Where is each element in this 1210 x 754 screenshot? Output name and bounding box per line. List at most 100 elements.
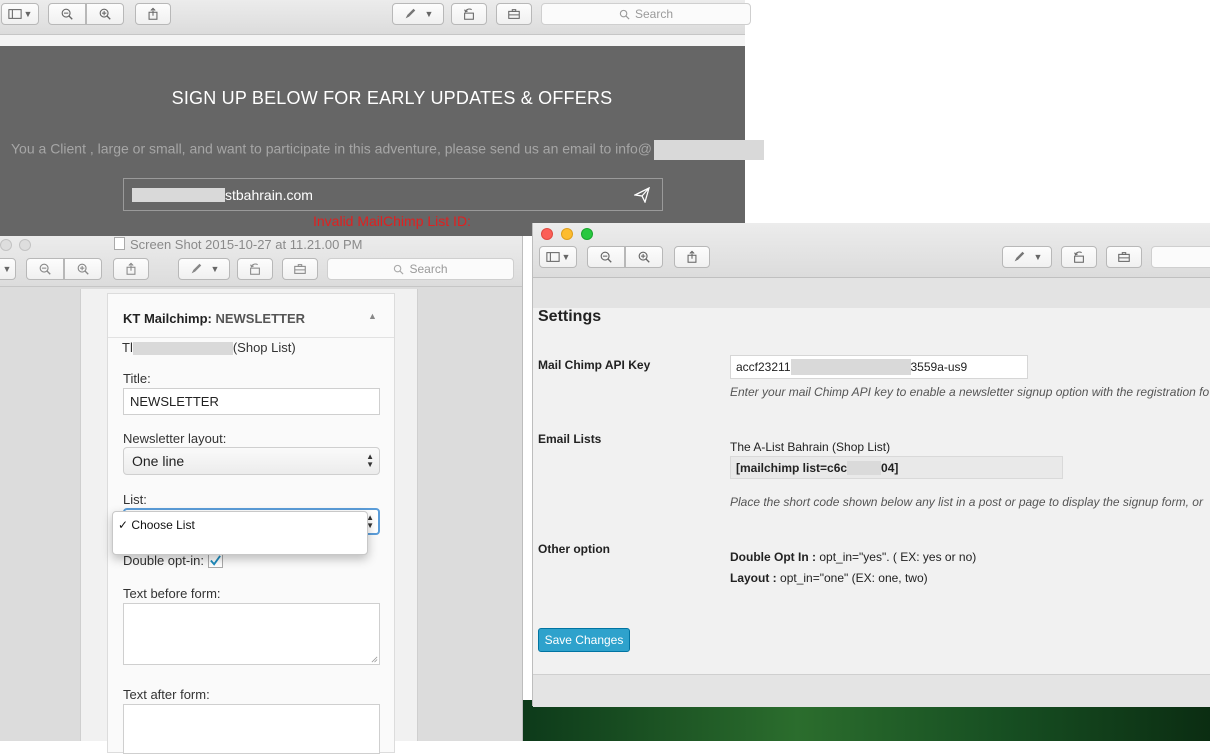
title-input[interactable]: NEWSLETTER	[123, 388, 380, 415]
rotate-icon	[1074, 251, 1084, 263]
signup-banner: SIGN UP BELOW FOR EARLY UPDATES & OFFERS…	[0, 46, 764, 236]
minimize-button[interactable]	[561, 228, 573, 240]
double-optin-line: Double Opt In : opt_in="yes". ( EX: yes …	[730, 550, 976, 564]
zoom-in-button[interactable]	[625, 246, 663, 268]
rotate-button[interactable]	[451, 3, 487, 25]
share-button[interactable]	[113, 258, 149, 280]
save-changes-button[interactable]: Save Changes	[538, 628, 630, 652]
api-key-input[interactable]: accf23211 3559a-us9	[730, 355, 1028, 379]
markup-button[interactable]: ▼	[1002, 246, 1052, 268]
top-search-field[interactable]: Search	[541, 3, 751, 25]
settings-content-bar	[533, 278, 1210, 308]
list-name: The A-List Bahrain (Shop List)	[730, 440, 891, 454]
left-window-titlebar: Screen Shot 2015-10-27 at 11.21.00 PM ▼ …	[0, 236, 522, 287]
redacted-email-prefix	[132, 187, 225, 202]
zoom-in-icon	[99, 8, 111, 20]
settings-footer	[533, 674, 1210, 707]
toolbox-button[interactable]	[496, 3, 532, 25]
api-key-end: 3559a-us9	[910, 360, 968, 374]
share-icon	[126, 262, 136, 275]
sidebar-toggle-button[interactable]: ▼	[1, 3, 39, 25]
close-button[interactable]	[0, 239, 12, 251]
sidebar-icon	[545, 252, 560, 262]
text-before-label: Text before form:	[123, 586, 221, 601]
send-icon[interactable]	[634, 187, 650, 203]
zoom-out-icon	[600, 251, 612, 263]
list-label: List:	[123, 492, 147, 507]
search-icon	[619, 9, 630, 20]
title-label: Title:	[123, 371, 151, 386]
settings-title: Settings	[538, 308, 602, 325]
minimize-button[interactable]	[19, 239, 31, 251]
resize-handle-icon[interactable]	[371, 656, 378, 663]
window-title-text: Screen Shot 2015-10-27 at 11.21.00 PM	[130, 237, 363, 252]
document-icon	[114, 237, 125, 250]
share-button[interactable]	[135, 3, 171, 25]
double-optin-key: Double Opt In :	[730, 550, 816, 564]
markup-button[interactable]: ▼	[392, 3, 444, 25]
toolbox-icon	[294, 264, 306, 274]
layout-value: opt_in="one" (EX: one, two)	[780, 571, 928, 585]
text-before-textarea[interactable]	[123, 603, 380, 665]
zoom-out-button[interactable]	[26, 258, 64, 280]
pen-icon	[1014, 251, 1024, 262]
shortcode-field[interactable]: [mailchimp list=c6c 04]	[730, 456, 1063, 479]
widget-header-title: KT Mailchimp: NEWSLETTER	[123, 311, 305, 326]
text-after-textarea[interactable]	[123, 704, 380, 754]
redacted-email	[653, 140, 764, 160]
zoom-out-button[interactable]	[48, 3, 86, 25]
collapse-arrow-icon[interactable]: ▲	[368, 311, 377, 321]
window-title: Screen Shot 2015-10-27 at 11.21.00 PM	[114, 237, 362, 252]
double-optin-label-text: Double opt-in:	[123, 553, 204, 568]
close-button[interactable]	[541, 228, 553, 240]
share-button[interactable]	[674, 246, 710, 268]
list-info-start: Tl	[122, 340, 133, 355]
rotate-icon	[250, 263, 260, 275]
zoom-window-button[interactable]	[581, 228, 593, 240]
widget-header[interactable]: KT Mailchimp: NEWSLETTER ▲	[108, 294, 394, 338]
double-optin-label: Double opt-in:	[123, 553, 223, 568]
widget-header-name: NEWSLETTER	[215, 311, 306, 326]
email-signup-field[interactable]: stbahrain.com	[123, 178, 663, 211]
toolbox-button[interactable]	[282, 258, 318, 280]
search-placeholder: Search	[634, 7, 674, 21]
dropdown-option-choose-list[interactable]: ✓ Choose List	[118, 518, 195, 532]
layout-select-value: One line	[132, 453, 185, 469]
double-optin-checkbox[interactable]	[207, 553, 223, 568]
zoom-in-icon	[77, 263, 89, 275]
toolbox-button[interactable]	[1106, 246, 1142, 268]
sidebar-toggle-button[interactable]: ▼	[0, 258, 16, 280]
banner-text-content: You a Client , large or small, and want …	[11, 140, 652, 157]
zoom-in-button[interactable]	[86, 3, 124, 25]
shortcode-help: Place the short code shown below any lis…	[730, 495, 1203, 509]
select-arrows-icon: ▲ ▼	[366, 452, 374, 469]
api-key-start: accf23211	[736, 360, 791, 374]
settings-window: ▼ ▼ Settings Mail Chimp API Key accf2321…	[532, 223, 1210, 707]
search-placeholder: Search	[409, 262, 448, 276]
settings-content: Settings Mail Chimp API Key accf23211 355…	[533, 308, 1210, 674]
share-icon	[687, 250, 697, 263]
zoom-out-button[interactable]	[587, 246, 625, 268]
sidebar-toggle-button[interactable]: ▼	[539, 246, 577, 268]
email-lists-label: Email Lists	[538, 432, 602, 446]
redacted-api-key	[790, 359, 911, 375]
rotate-button[interactable]	[1061, 246, 1097, 268]
zoom-in-button[interactable]	[64, 258, 102, 280]
api-key-label: Mail Chimp API Key	[538, 358, 651, 372]
list-dropdown-menu[interactable]: ✓ Choose List	[112, 511, 368, 555]
left-search-field[interactable]: Search	[327, 258, 514, 280]
rotate-icon	[464, 8, 474, 20]
widget-header-prefix: KT Mailchimp:	[123, 311, 212, 326]
text-after-label: Text after form:	[123, 687, 210, 702]
redacted-list-name	[132, 342, 233, 356]
api-key-help: Enter your mail Chimp API key to enable …	[730, 385, 1210, 399]
settings-search-field[interactable]	[1151, 246, 1210, 268]
zoom-in-icon	[638, 251, 650, 263]
dropdown-option-label: Choose List	[131, 518, 195, 532]
markup-button[interactable]: ▼	[178, 258, 230, 280]
zoom-out-icon	[39, 263, 51, 275]
redacted-list-id	[847, 460, 882, 475]
layout-select[interactable]: One line ▲ ▼	[123, 447, 380, 475]
list-info-line: Tl (Shop List)	[122, 340, 296, 356]
rotate-button[interactable]	[237, 258, 273, 280]
